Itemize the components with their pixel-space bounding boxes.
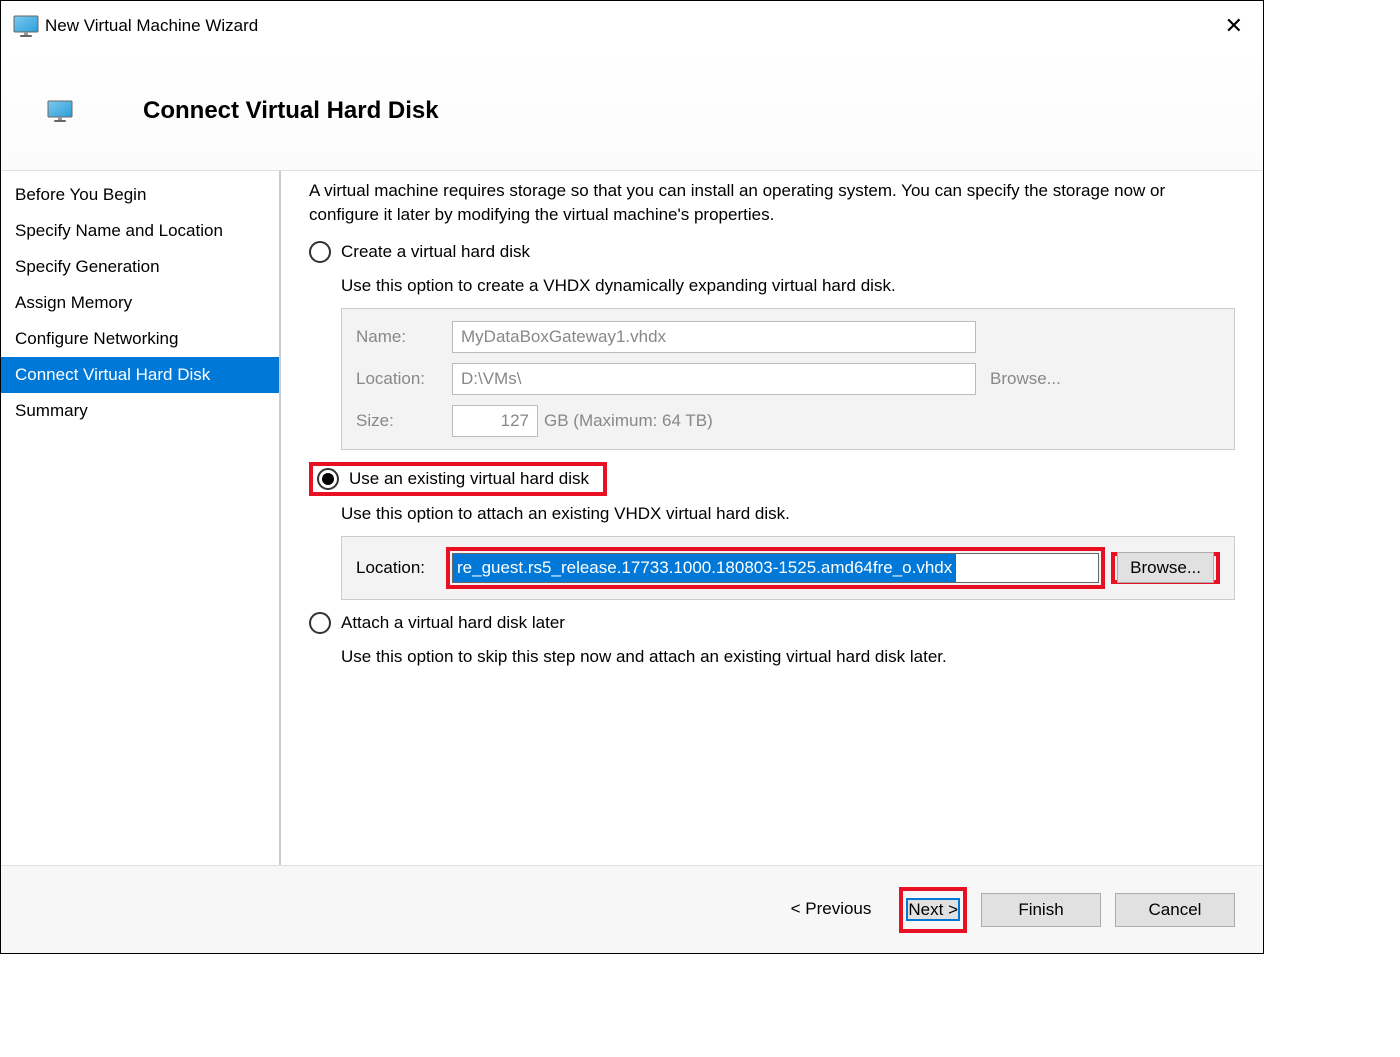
existing-vhd-group: Location: re_guest.rs5_release.17733.100… [341,536,1235,600]
monitor-icon [47,100,73,122]
wizard-content: A virtual machine requires storage so th… [281,171,1263,865]
previous-button[interactable]: < Previous [777,893,886,927]
window-title: New Virtual Machine Wizard [45,16,1217,36]
wizard-sidebar: Before You Begin Specify Name and Locati… [1,171,281,865]
option-create-title: Create a virtual hard disk [341,242,530,262]
create-vhd-group: Name: MyDataBoxGateway1.vhdx Location: D… [341,308,1235,450]
browse-disabled: Browse... [990,369,1061,389]
sidebar-item-specify-generation[interactable]: Specify Generation [1,249,279,285]
intro-text: A virtual machine requires storage so th… [309,179,1235,227]
option-later-desc: Use this option to skip this step now an… [341,647,1235,667]
option-attach-later: Attach a virtual hard disk later Use thi… [309,612,1235,667]
option-existing-title: Use an existing virtual hard disk [349,469,589,489]
name-label: Name: [356,327,452,347]
option-create-desc: Use this option to create a VHDX dynamic… [341,276,1235,296]
sidebar-item-connect-vhd[interactable]: Connect Virtual Hard Disk [1,357,279,393]
existing-location-label: Location: [356,558,446,578]
finish-button[interactable]: Finish [981,893,1101,927]
option-existing-vhd: Use an existing virtual hard disk Use th… [309,462,1235,600]
radio-create-vhd[interactable]: Create a virtual hard disk [309,241,530,263]
radio-existing-vhd[interactable]: Use an existing virtual hard disk [317,468,589,490]
sidebar-item-specify-name[interactable]: Specify Name and Location [1,213,279,249]
existing-location-field[interactable]: re_guest.rs5_release.17733.1000.180803-1… [452,553,1099,583]
next-button[interactable]: Next > [906,898,960,921]
sidebar-item-summary[interactable]: Summary [1,393,279,429]
radio-icon [317,468,339,490]
sidebar-item-before-you-begin[interactable]: Before You Begin [1,177,279,213]
wizard-header: Connect Virtual Hard Disk [1,51,1263,171]
browse-button[interactable]: Browse... [1117,552,1214,583]
location-field: D:\VMs\ [452,363,976,395]
existing-location-value: re_guest.rs5_release.17733.1000.180803-1… [453,554,956,582]
radio-attach-later[interactable]: Attach a virtual hard disk later [309,612,565,634]
title-bar: New Virtual Machine Wizard ✕ [1,1,1263,51]
name-field: MyDataBoxGateway1.vhdx [452,321,976,353]
wizard-footer: < Previous Next > Finish Cancel [1,865,1263,953]
location-label: Location: [356,369,452,389]
option-create-vhd: Create a virtual hard disk Use this opti… [309,241,1235,450]
cancel-button[interactable]: Cancel [1115,893,1235,927]
sidebar-item-configure-networking[interactable]: Configure Networking [1,321,279,357]
close-icon[interactable]: ✕ [1217,9,1251,43]
option-existing-desc: Use this option to attach an existing VH… [341,504,1235,524]
radio-icon [309,612,331,634]
size-field: 127 [452,405,538,437]
page-title: Connect Virtual Hard Disk [143,97,439,125]
monitor-icon [13,15,39,37]
size-unit: GB (Maximum: 64 TB) [544,411,713,431]
sidebar-item-assign-memory[interactable]: Assign Memory [1,285,279,321]
option-later-title: Attach a virtual hard disk later [341,613,565,633]
size-label: Size: [356,411,452,431]
radio-icon [309,241,331,263]
